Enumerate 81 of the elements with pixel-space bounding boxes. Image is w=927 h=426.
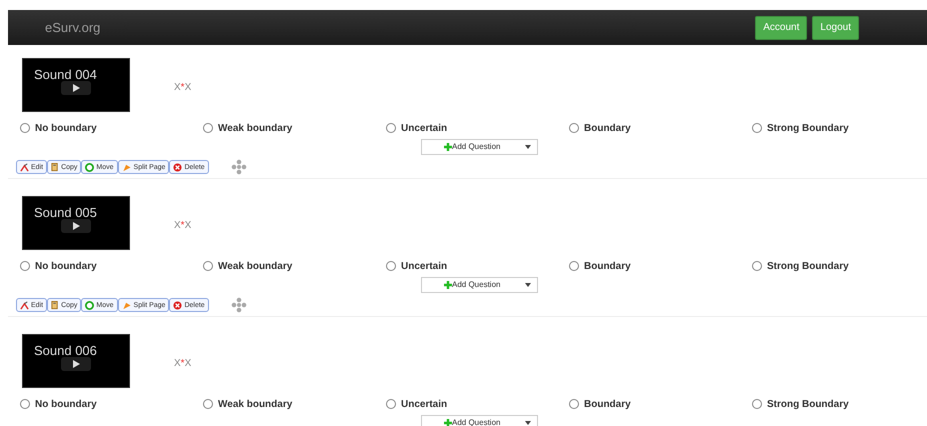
question-label: X*X: [174, 218, 192, 232]
radio-button[interactable]: [386, 261, 396, 271]
split-icon: [122, 300, 132, 310]
radio-option[interactable]: Strong Boundary: [752, 120, 927, 136]
drag-handle-icon[interactable]: [230, 296, 247, 313]
radio-option[interactable]: Weak boundary: [203, 396, 386, 412]
radio-option[interactable]: No boundary: [20, 396, 203, 412]
option-label: Uncertain: [401, 260, 448, 274]
play-button[interactable]: [61, 357, 91, 371]
radio-option[interactable]: Strong Boundary: [752, 396, 927, 412]
radio-option[interactable]: No boundary: [20, 258, 203, 274]
play-icon: [72, 360, 80, 368]
radio-option[interactable]: Strong Boundary: [752, 258, 927, 274]
copy-icon: [51, 300, 60, 310]
add-question-dropdown[interactable]: Add Question: [421, 139, 538, 155]
radio-option[interactable]: Boundary: [569, 120, 752, 136]
radio-button[interactable]: [569, 123, 579, 133]
radio-option[interactable]: Uncertain: [386, 396, 569, 412]
radio-button[interactable]: [203, 261, 213, 271]
question-label: X*X: [174, 356, 192, 370]
play-icon: [72, 222, 80, 230]
radio-button[interactable]: [203, 123, 213, 133]
plus-icon: [444, 419, 452, 426]
delete-icon: [173, 162, 182, 172]
radio-button[interactable]: [752, 123, 762, 133]
option-label: Weak boundary: [218, 260, 292, 274]
edit-icon: [20, 162, 29, 172]
radio-option[interactable]: Uncertain: [386, 258, 569, 274]
option-label: Boundary: [584, 260, 631, 274]
video-title: Sound 005: [34, 206, 97, 219]
radio-option[interactable]: Weak boundary: [203, 120, 386, 136]
edit-icon: [20, 300, 29, 310]
radio-option[interactable]: No boundary: [20, 120, 203, 136]
radio-button[interactable]: [386, 123, 396, 133]
play-icon: [72, 84, 80, 92]
radio-option[interactable]: Uncertain: [386, 120, 569, 136]
video-player[interactable]: Sound 005: [22, 196, 130, 250]
radio-option[interactable]: Boundary: [569, 258, 752, 274]
radio-button[interactable]: [569, 261, 579, 271]
caret-icon: [525, 282, 531, 287]
radio-option[interactable]: Weak boundary: [203, 258, 386, 274]
option-label: No boundary: [35, 398, 97, 412]
question-label: X*X: [174, 80, 192, 94]
play-button[interactable]: [61, 81, 91, 95]
option-label: No boundary: [35, 122, 97, 136]
radio-button[interactable]: [203, 399, 213, 409]
drag-handle-icon[interactable]: [230, 158, 247, 175]
option-label: Boundary: [584, 122, 631, 136]
caret-icon: [525, 420, 531, 425]
move-icon: [85, 300, 94, 310]
radio-button[interactable]: [752, 399, 762, 409]
video-title: Sound 004: [34, 68, 97, 81]
brand-link[interactable]: eSurv.org: [45, 18, 100, 38]
radio-button[interactable]: [569, 399, 579, 409]
option-label: Strong Boundary: [767, 398, 849, 412]
option-label: Weak boundary: [218, 122, 292, 136]
video-title: Sound 006: [34, 344, 97, 357]
plus-icon: [444, 143, 452, 151]
radio-button[interactable]: [386, 399, 396, 409]
video-player[interactable]: Sound 006: [22, 334, 130, 388]
copy-icon: [51, 162, 60, 172]
radio-option[interactable]: Boundary: [569, 396, 752, 412]
delete-icon: [173, 300, 182, 310]
option-label: Boundary: [584, 398, 631, 412]
caret-icon: [525, 144, 531, 149]
split-icon: [122, 162, 132, 172]
option-label: No boundary: [35, 260, 97, 274]
option-label: Strong Boundary: [767, 260, 849, 274]
plus-icon: [444, 281, 452, 289]
radio-button[interactable]: [752, 261, 762, 271]
video-player[interactable]: Sound 004: [22, 58, 130, 112]
add-question-dropdown[interactable]: Add Question: [421, 277, 538, 293]
move-icon: [85, 162, 94, 172]
option-label: Uncertain: [401, 398, 448, 412]
radio-button[interactable]: [20, 399, 30, 409]
option-label: Uncertain: [401, 122, 448, 136]
option-label: Weak boundary: [218, 398, 292, 412]
radio-button[interactable]: [20, 123, 30, 133]
play-button[interactable]: [61, 219, 91, 233]
radio-button[interactable]: [20, 261, 30, 271]
option-label: Strong Boundary: [767, 122, 849, 136]
